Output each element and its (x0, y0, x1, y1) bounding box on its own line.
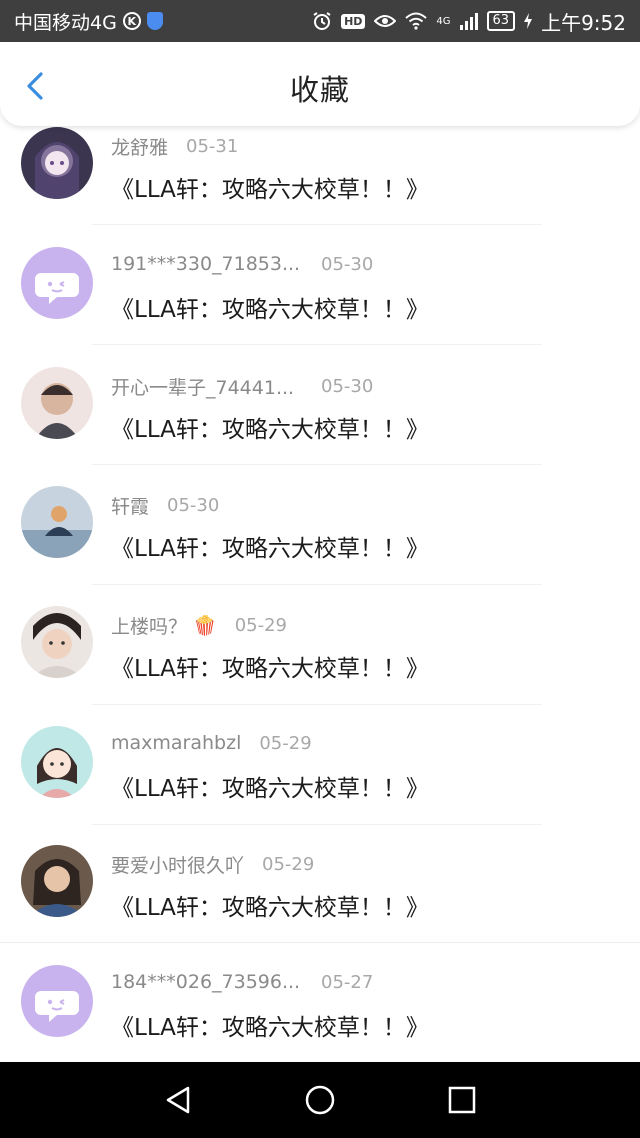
back-triangle-icon[interactable] (162, 1084, 194, 1116)
list-item[interactable]: 上楼吗？ 🍿 05-29 《LLA轩：攻略六大校草！！》 (0, 585, 640, 705)
date-label: 05-29 (234, 615, 287, 636)
hd-icon: HD (341, 13, 366, 29)
date-label: 05-27 (321, 971, 374, 993)
date-label: 05-29 (259, 732, 312, 754)
item-title: 《LLA轩：攻略六大校草！！》 (111, 656, 429, 682)
date-label: 05-30 (167, 495, 220, 516)
list-item[interactable]: 轩霞 05-30 《LLA轩：攻略六大校草！！》 (0, 465, 640, 585)
avatar[interactable] (21, 606, 93, 678)
date-label: 05-30 (321, 253, 374, 275)
avatar[interactable] (21, 845, 93, 917)
item-title: 《LLA轩：攻略六大校草！！》 (111, 417, 429, 443)
home-circle-icon[interactable] (304, 1084, 336, 1116)
shield-icon (146, 12, 163, 30)
username: 要爱小时很久吖 (111, 855, 245, 877)
username: 龙舒雅 (111, 137, 169, 159)
item-title: 《LLA轩：攻略六大校草！！》 (111, 895, 429, 921)
list-item[interactable]: 开心一辈子_74441... 05-30 《LLA轩：攻略六大校草！！》 (0, 345, 640, 465)
avatar[interactable] (21, 367, 93, 439)
alarm-icon (313, 12, 331, 30)
item-title: 《LLA轩：攻略六大校草！！》 (111, 536, 429, 562)
item-title: 《LLA轩：攻略六大校草！！》 (111, 776, 429, 802)
username: 184***026_73596... (111, 971, 301, 993)
date-label: 05-29 (262, 854, 315, 875)
avatar[interactable] (21, 127, 93, 199)
list-item[interactable]: maxmarahbzl 05-29 《LLA轩：攻略六大校草！！》 (0, 705, 640, 825)
item-title: 《LLA轩：攻略六大校草！！》 (111, 297, 429, 323)
navigation-bar (0, 1062, 640, 1138)
avatar[interactable] (21, 247, 93, 319)
popcorn-icon: 🍿 (193, 615, 217, 637)
clock-label: 上午9:52 (541, 10, 626, 35)
wifi-icon (405, 12, 428, 30)
eye-icon (374, 15, 397, 27)
network-type-label: 4G (436, 15, 451, 27)
item-title: 《LLA轩：攻略六大校草！！》 (111, 1015, 429, 1041)
charging-icon (524, 13, 533, 29)
username: 191***330_71853... (111, 253, 301, 275)
avatar[interactable] (21, 486, 93, 558)
username: 上楼吗？ (111, 616, 188, 638)
date-label: 05-31 (186, 136, 239, 157)
k-badge-icon: K (122, 12, 141, 30)
username: 开心一辈子_74441... (111, 377, 295, 399)
avatar[interactable] (21, 965, 93, 1037)
header-bar: 收藏 (0, 42, 640, 126)
username: 轩霞 (111, 496, 150, 518)
list-item[interactable]: 191***330_71853... 05-30 《LLA轩：攻略六大校草！！》 (0, 225, 640, 345)
list-item[interactable]: 184***026_73596... 05-27 《LLA轩：攻略六大校草！！》 (0, 945, 640, 1064)
recents-square-icon[interactable] (446, 1084, 478, 1116)
divider (0, 942, 640, 943)
date-label: 05-30 (321, 376, 374, 397)
signal-icon (459, 12, 478, 30)
avatar[interactable] (21, 726, 93, 798)
username: maxmarahbzl (111, 732, 242, 754)
status-bar: 中国移动4G K HD 4G 63 上午9:52 (0, 0, 640, 42)
list-item[interactable]: 要爱小时很久吖 05-29 《LLA轩：攻略六大校草！！》 (0, 825, 640, 944)
page-title: 收藏 (289, 73, 350, 107)
carrier-label: 中国移动4G (14, 11, 117, 34)
battery-icon: 63 (486, 11, 516, 31)
item-title: 《LLA轩：攻略六大校草！！》 (111, 177, 429, 203)
